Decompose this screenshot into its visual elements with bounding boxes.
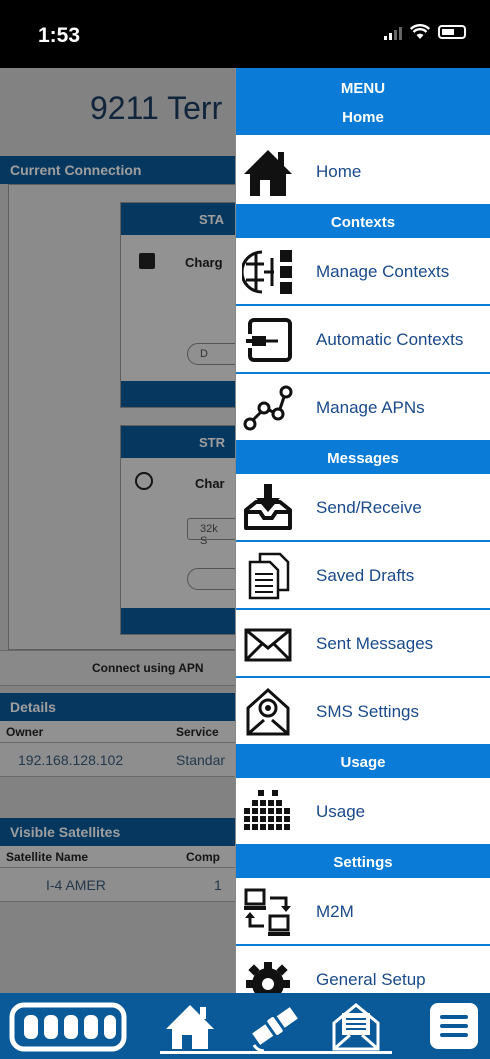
menu-item-label: Usage: [316, 802, 366, 821]
menu-section-contexts: Contexts: [236, 206, 490, 238]
menu-item-home[interactable]: Home: [236, 138, 490, 206]
tab-active-underline: [160, 1051, 392, 1054]
auto-context-icon: [244, 318, 292, 362]
status-bar: 1:53: [0, 0, 490, 68]
documents-icon: [248, 552, 290, 600]
m2m-icon: [244, 888, 291, 936]
house-icon: [244, 150, 292, 196]
menu-section-messages: Messages: [236, 442, 490, 474]
menu-item-label: SMS Settings: [316, 702, 419, 721]
menu-item-automatic-contexts[interactable]: Automatic Contexts: [236, 306, 490, 374]
sms-settings-icon: [246, 687, 290, 736]
cell-signal-icon: [384, 24, 402, 40]
status-time: 1:53: [38, 24, 81, 47]
battery-icon: [438, 25, 466, 39]
menu-item-sms-settings[interactable]: SMS Settings: [236, 678, 490, 746]
menu-section-usage: Usage: [236, 746, 490, 778]
menu-item-usage[interactable]: Usage: [236, 778, 490, 846]
menu-item-label: Saved Drafts: [316, 566, 415, 585]
menu-item-sent-messages[interactable]: Sent Messages: [236, 610, 490, 678]
menu-item-manage-apns[interactable]: Manage APNs: [236, 374, 490, 442]
menu-item-label: M2M: [316, 902, 354, 921]
menu-item-label: Send/Receive: [316, 498, 422, 517]
menu-item-m2m[interactable]: M2M: [236, 878, 490, 946]
menu-item-send-receive[interactable]: Send/Receive: [236, 474, 490, 542]
tab-satellite[interactable]: [240, 993, 310, 1059]
status-icons: [384, 24, 466, 40]
tab-signal[interactable]: [8, 993, 128, 1059]
menu-item-manage-contexts[interactable]: Manage Contexts: [236, 238, 490, 306]
menu-item-general-setup[interactable]: General Setup: [236, 946, 490, 993]
tab-menu[interactable]: [422, 993, 486, 1059]
inbox-icon: [244, 484, 292, 530]
tab-home[interactable]: [160, 993, 220, 1059]
gear-icon: [246, 962, 290, 993]
menu-item-label: Manage APNs: [316, 398, 425, 417]
satellite-icon: [252, 1007, 298, 1053]
tab-messages[interactable]: [326, 993, 386, 1059]
messages-icon: [332, 1003, 380, 1051]
envelope-icon: [244, 628, 292, 662]
usage-grid-icon: [244, 790, 290, 830]
menu-item-label: Home: [316, 162, 362, 181]
apn-nodes-icon: [243, 385, 293, 431]
menu-section-settings: Settings: [236, 846, 490, 878]
menu-item-saved-drafts[interactable]: Saved Drafts: [236, 542, 490, 610]
menu-item-label: Automatic Contexts: [316, 330, 464, 349]
home-icon: [166, 1005, 214, 1049]
signal-strength-icon: [9, 1002, 127, 1052]
contexts-icon: [242, 250, 292, 294]
menu-title: MENU: [340, 80, 386, 97]
menu-item-label: General Setup: [316, 970, 426, 989]
side-menu: MENU Home Home Contexts Manage Contexts: [235, 68, 490, 993]
menu-item-label: Manage Contexts: [316, 262, 450, 281]
menu-section-home: Home: [342, 109, 384, 126]
menu-icon: [430, 1003, 478, 1049]
menu-header: MENU Home: [236, 68, 490, 138]
bottom-tab-bar: [0, 993, 490, 1059]
wifi-icon: [410, 24, 430, 39]
menu-item-label: Sent Messages: [316, 634, 434, 653]
